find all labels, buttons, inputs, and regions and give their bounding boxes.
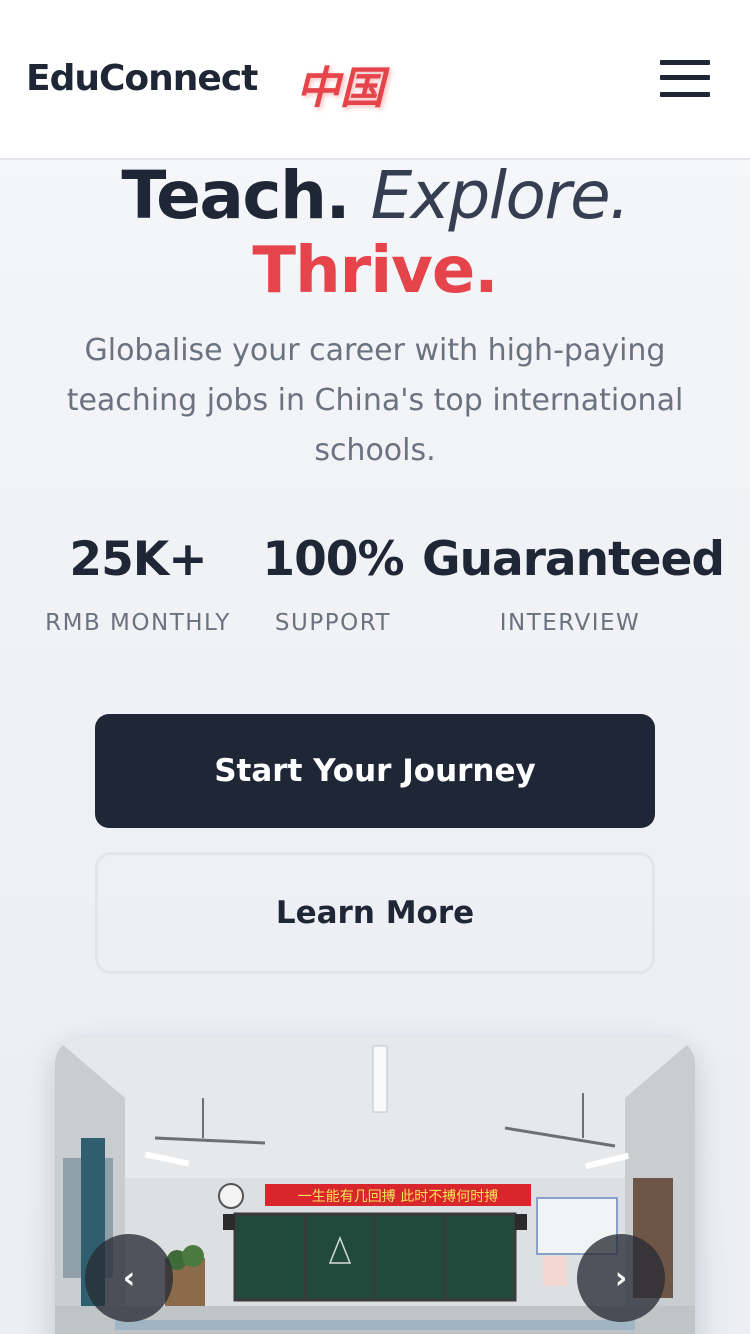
stat-salary: 25K+ RMB MONTHLY: [28, 530, 248, 636]
site-header: EduConnect 中国: [0, 0, 750, 160]
hero-headline: Teach. Explore.: [0, 158, 750, 234]
start-journey-button[interactable]: Start Your Journey: [95, 714, 655, 828]
stat-label: SUPPORT: [274, 610, 392, 636]
banner-text: 一生能有几回搏 此时不搏何时搏: [298, 1188, 498, 1205]
stat-label: RMB MONTHLY: [45, 610, 231, 636]
brand-logo[interactable]: EduConnect: [26, 58, 258, 99]
stat-value: Guaranteed: [422, 532, 725, 587]
carousel-next-button[interactable]: ›: [577, 1234, 665, 1322]
carousel-prev-button[interactable]: ‹: [85, 1234, 173, 1322]
stat-support: 100% SUPPORT: [258, 530, 408, 636]
learn-more-button[interactable]: Learn More: [95, 852, 655, 974]
headline-thrive: Thrive.: [252, 234, 498, 308]
hamburger-menu-icon[interactable]: [656, 56, 712, 102]
brand-china-mark: 中国: [296, 63, 384, 114]
stat-interview: Guaranteed INTERVIEW: [422, 530, 725, 636]
menu-bar: [660, 92, 710, 97]
headline-explore: Explore.: [370, 157, 631, 234]
stat-value: 25K+: [69, 532, 207, 587]
menu-bar: [660, 60, 710, 65]
menu-bar: [660, 75, 710, 80]
stat-label: INTERVIEW: [499, 610, 641, 636]
stat-value: 100%: [262, 532, 404, 587]
headline-teach: Teach.: [121, 157, 350, 234]
hero-subtitle: Globalise your career with high-paying t…: [66, 333, 684, 468]
